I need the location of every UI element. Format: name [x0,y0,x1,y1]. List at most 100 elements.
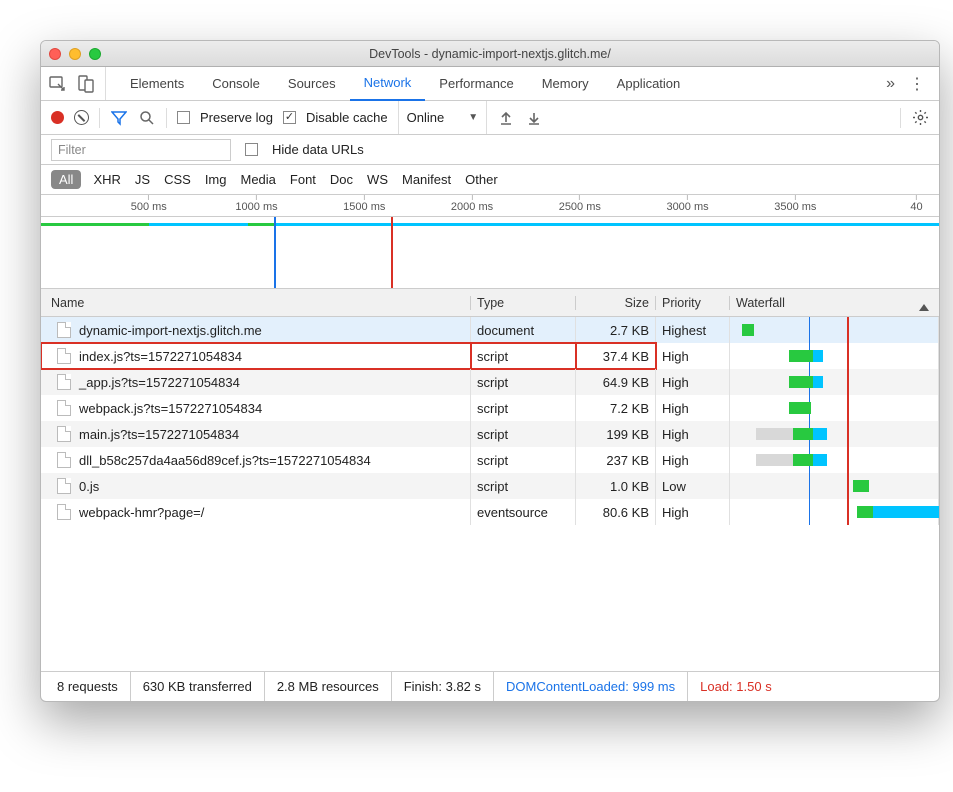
column-priority[interactable]: Priority [656,296,730,310]
kebab-menu-icon[interactable]: ⋮ [909,74,925,94]
timeline-ruler[interactable]: 500 ms1000 ms1500 ms2000 ms2500 ms3000 m… [41,195,939,217]
waterfall-segment [742,324,754,336]
column-waterfall-label: Waterfall [736,296,785,310]
column-name[interactable]: Name [41,296,471,310]
category-js[interactable]: JS [135,172,150,187]
request-name: dynamic-import-nextjs.glitch.me [79,323,262,338]
settings-gear-icon[interactable] [911,109,929,127]
request-size: 64.9 KB [576,369,656,395]
window-title: DevTools - dynamic-import-nextjs.glitch.… [41,47,939,61]
waterfall-segment [813,454,827,466]
request-row[interactable]: 0.jsscript1.0 KBLow [41,473,939,499]
request-priority: Low [656,473,730,499]
ruler-tick: 1000 ms [235,195,277,213]
column-size[interactable]: Size [576,296,656,310]
request-name: webpack-hmr?page=/ [79,505,204,520]
ruler-tick: 3500 ms [774,195,816,213]
category-other[interactable]: Other [465,172,498,187]
tab-memory[interactable]: Memory [528,67,603,101]
request-row[interactable]: webpack-hmr?page=/eventsource80.6 KBHigh [41,499,939,525]
request-type: script [471,421,576,447]
status-bar: 8 requests 630 KB transferred 2.8 MB res… [41,671,939,701]
category-img[interactable]: Img [205,172,227,187]
tab-performance[interactable]: Performance [425,67,527,101]
request-row[interactable]: webpack.js?ts=1572271054834script7.2 KBH… [41,395,939,421]
upload-har-icon[interactable] [497,109,515,127]
file-icon [57,322,71,338]
dcl-marker [809,317,811,343]
divider [900,108,901,128]
request-waterfall [730,395,939,421]
status-domcontentloaded: DOMContentLoaded: 999 ms [494,672,688,701]
waterfall-segment [813,350,823,362]
download-har-icon[interactable] [525,109,543,127]
load-marker [391,217,393,288]
request-row[interactable]: index.js?ts=1572271054834script37.4 KBHi… [41,343,939,369]
file-icon [57,478,71,494]
file-icon [57,426,71,442]
tab-console[interactable]: Console [198,67,274,101]
category-ws[interactable]: WS [367,172,388,187]
request-size: 237 KB [576,447,656,473]
search-icon[interactable] [138,109,156,127]
request-size: 1.0 KB [576,473,656,499]
timeline-overview[interactable] [41,217,939,289]
category-css[interactable]: CSS [164,172,191,187]
file-icon [57,452,71,468]
devtools-window: DevTools - dynamic-import-nextjs.glitch.… [40,40,940,702]
requests-table-header: Name Type Size Priority Waterfall [41,289,939,317]
category-doc[interactable]: Doc [330,172,353,187]
dcl-marker [809,473,811,499]
overview-bar [41,223,149,226]
request-row[interactable]: _app.js?ts=1572271054834script64.9 KBHig… [41,369,939,395]
request-type: script [471,369,576,395]
request-row[interactable]: main.js?ts=1572271054834script199 KBHigh [41,421,939,447]
load-marker [847,447,849,473]
request-size: 7.2 KB [576,395,656,421]
request-row[interactable]: dll_b58c257da4aa56d89cef.js?ts=157227105… [41,447,939,473]
category-all[interactable]: All [51,170,81,189]
request-priority: High [656,421,730,447]
request-type: script [471,447,576,473]
request-name: _app.js?ts=1572271054834 [79,375,240,390]
tabs-overflow-icon[interactable]: » [886,75,895,93]
load-marker [847,395,849,421]
preserve-log-checkbox[interactable] [177,111,190,124]
record-button[interactable] [51,111,64,124]
tab-elements[interactable]: Elements [116,67,198,101]
throttling-select[interactable]: Online ▼ [398,101,487,134]
dcl-marker [274,217,276,288]
status-resources: 2.8 MB resources [265,672,392,701]
tab-sources[interactable]: Sources [274,67,350,101]
filter-icon[interactable] [110,109,128,127]
inspect-element-icon[interactable] [49,75,67,93]
column-type[interactable]: Type [471,296,576,310]
chevron-down-icon: ▼ [468,112,478,123]
hide-data-urls-checkbox[interactable] [245,143,258,156]
filter-input[interactable] [51,139,231,161]
load-marker [847,343,849,369]
waterfall-segment [857,506,873,518]
clear-icon[interactable] [74,110,89,125]
tab-network[interactable]: Network [350,67,426,101]
column-waterfall[interactable]: Waterfall [730,296,939,310]
overview-bar [274,223,940,226]
load-marker [847,317,849,343]
category-xhr[interactable]: XHR [93,172,120,187]
request-name: main.js?ts=1572271054834 [79,427,239,442]
status-finish: Finish: 3.82 s [392,672,494,701]
tab-application[interactable]: Application [603,67,695,101]
status-requests: 8 requests [45,672,131,701]
waterfall-segment [853,480,869,492]
category-media[interactable]: Media [240,172,275,187]
divider [166,108,167,128]
category-manifest[interactable]: Manifest [402,172,451,187]
device-toolbar-icon[interactable] [77,75,95,93]
filter-bar: Hide data URLs [41,135,939,165]
waterfall-segment [789,402,811,414]
category-font[interactable]: Font [290,172,316,187]
request-waterfall [730,447,939,473]
disable-cache-checkbox[interactable] [283,111,296,124]
throttling-value: Online [407,110,445,125]
request-row[interactable]: dynamic-import-nextjs.glitch.medocument2… [41,317,939,343]
